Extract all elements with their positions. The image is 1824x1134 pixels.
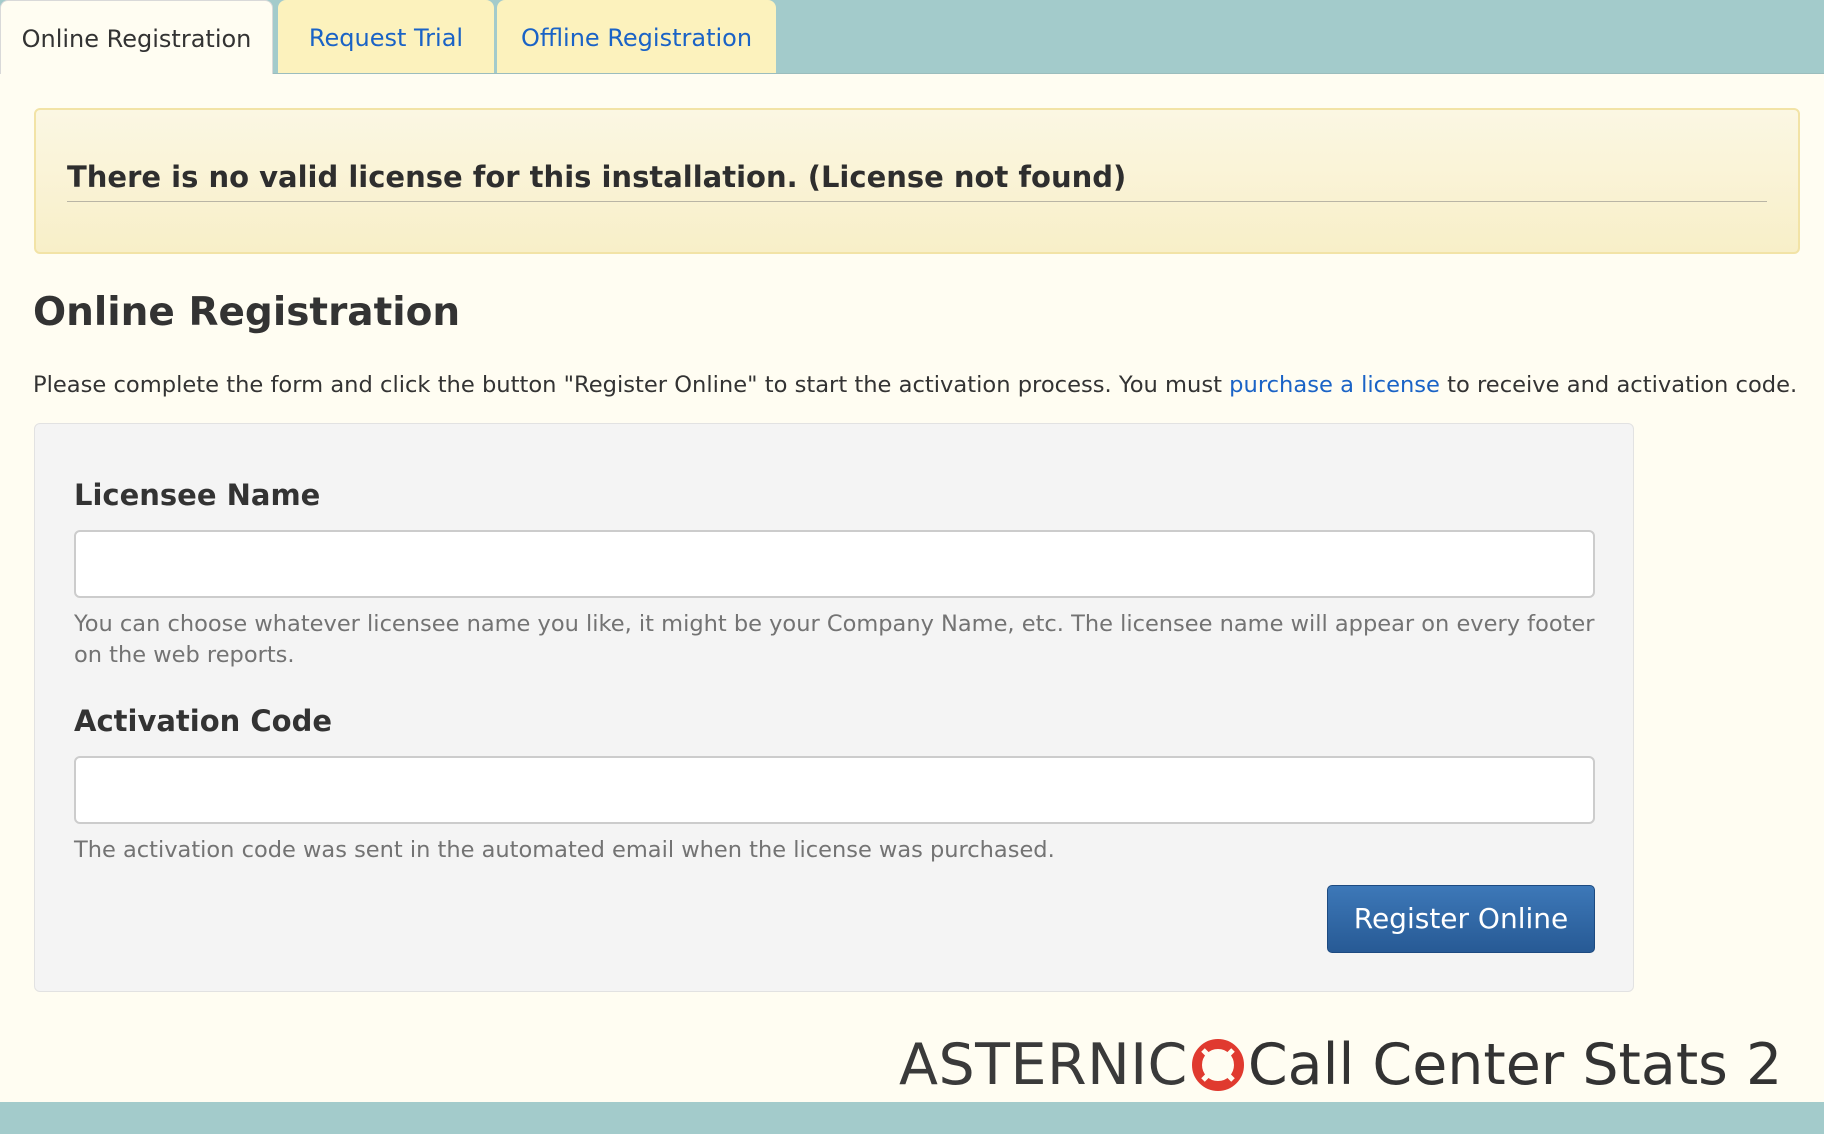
license-alert: There is no valid license for this insta… <box>34 108 1800 254</box>
purchase-license-link[interactable]: purchase a license <box>1229 372 1440 398</box>
licensee-name-help: You can choose whatever licensee name yo… <box>74 611 1595 668</box>
activation-code-input[interactable] <box>74 756 1595 824</box>
intro-text-after: to receive and activation code. <box>1439 372 1798 398</box>
brand-name: ASTERNIC <box>899 1032 1188 1098</box>
page-title: Online Registration <box>33 290 461 335</box>
registration-form: Licensee Name You can choose whatever li… <box>34 423 1634 992</box>
register-online-button[interactable]: Register Online <box>1327 885 1595 953</box>
brand-product: Call Center Stats 2 <box>1247 1032 1783 1098</box>
tab-offline-registration[interactable]: Offline Registration <box>497 0 776 73</box>
activation-code-label: Activation Code <box>74 704 333 738</box>
footer-bar <box>0 1102 1824 1134</box>
tab-online-registration[interactable]: Online Registration <box>0 0 273 74</box>
alert-divider <box>67 201 1767 202</box>
brand-logo: ASTERNIC Call Center Stats 2 <box>899 1030 1782 1100</box>
tab-request-trial[interactable]: Request Trial <box>278 0 494 73</box>
tab-bar: Online Registration Request Trial Offlin… <box>0 0 1824 74</box>
license-alert-message: There is no valid license for this insta… <box>67 160 1127 194</box>
licensee-name-label: Licensee Name <box>74 478 321 512</box>
lifebuoy-logo-icon <box>1191 1039 1244 1091</box>
activation-code-help: The activation code was sent in the auto… <box>74 837 1055 863</box>
licensee-name-input[interactable] <box>74 530 1595 598</box>
intro-text-before: Please complete the form and click the b… <box>33 372 1230 398</box>
intro-text: Please complete the form and click the b… <box>33 372 1797 398</box>
